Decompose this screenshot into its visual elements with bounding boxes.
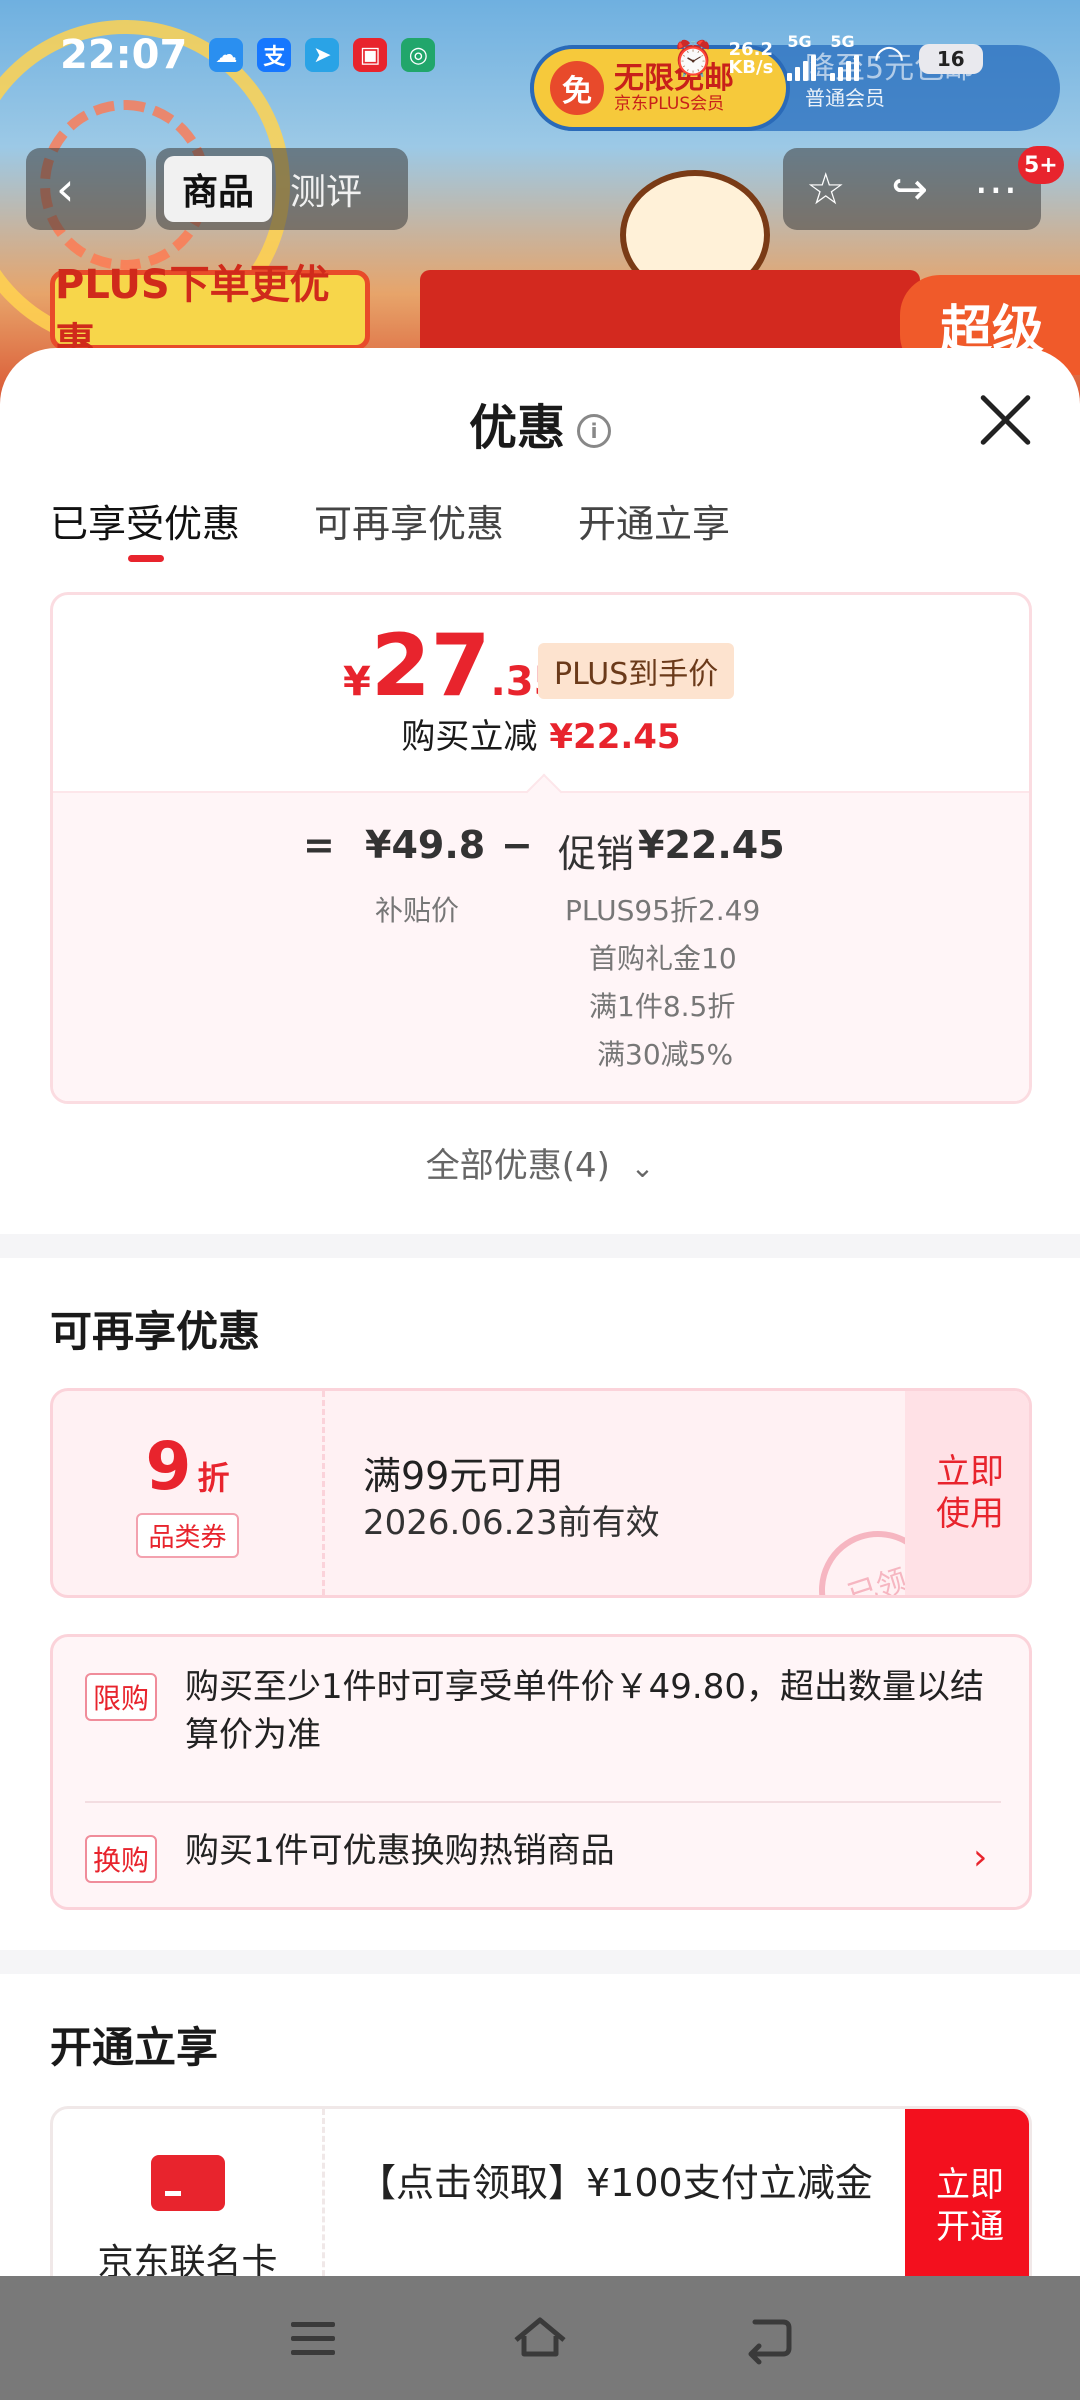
sheet-title-row: 优惠 i bbox=[0, 388, 1080, 458]
purchase-rules-card: 限购 购买至少1件时可享受单件价￥49.80，超出数量以结算价为准 换购 购买1… bbox=[50, 1634, 1032, 1910]
coupon-value: 9折 品类券 bbox=[53, 1391, 325, 1595]
battery-indicator: 16 bbox=[918, 43, 983, 74]
speed-unit: KB/s bbox=[728, 56, 774, 78]
promo-item: PLUS95折2.49 bbox=[565, 894, 761, 927]
coupon-discount: 9折 bbox=[146, 1428, 230, 1505]
section-divider bbox=[0, 1234, 1080, 1258]
all-offers-toggle[interactable]: 全部优惠(4) ⌄ bbox=[0, 1138, 1080, 1187]
alarm-icon: ⏰ bbox=[672, 38, 715, 79]
open-offers-title: 开通立享 bbox=[50, 2023, 219, 2072]
promo-value: ¥22.45 bbox=[638, 823, 785, 867]
tab-enjoyed-offers[interactable]: 已享受优惠 bbox=[50, 493, 240, 562]
free-icon: 免 bbox=[550, 61, 604, 115]
card-name: 京东联名卡 bbox=[97, 2242, 278, 2278]
reduce-value: ¥22.45 bbox=[549, 717, 681, 757]
mobile-carrier-icon: ◎ bbox=[401, 38, 436, 72]
chevron-down-icon: ⌄ bbox=[630, 1151, 655, 1184]
coupon-expiry: 2026.06.23前有效 bbox=[363, 1503, 660, 1543]
coupon-type-tag: 品类券 bbox=[136, 1513, 239, 1558]
nav-actions: ☆ ↪ ⋯ bbox=[783, 148, 1041, 230]
speed-value: 26.2 bbox=[728, 38, 774, 60]
telegram-icon: ➤ bbox=[305, 38, 340, 72]
plus-price-tag: PLUS到手价 bbox=[538, 643, 735, 699]
sheet-title: 优惠 bbox=[468, 400, 565, 456]
section-divider bbox=[0, 1950, 1080, 1974]
open-card-button[interactable]: 立即开通 bbox=[905, 2109, 1029, 2278]
chevron-left-icon: ‹ bbox=[56, 162, 75, 216]
card-offer-text: 【点击领取】¥100支付立减金 bbox=[358, 2161, 873, 2205]
co-branded-card-offer: 京东联名卡 【点击领取】¥100支付立减金 立即开通 bbox=[50, 2106, 1032, 2278]
price-integer: 27 bbox=[370, 616, 491, 716]
final-price: ¥ 27 .35 bbox=[343, 623, 561, 709]
offers-sheet: 优惠 i 已享受优惠 可再享优惠 开通立享 ¥ 27 .35 PLUS到手价 购买… bbox=[0, 348, 1080, 2278]
system-navigation-bar bbox=[0, 2276, 1080, 2400]
all-offers-label: 全部优惠(4) bbox=[425, 1146, 610, 1186]
price-breakdown-card: ¥ 27 .35 PLUS到手价 购买立减 ¥22.45 = ¥49.8 − 促销… bbox=[50, 592, 1032, 1104]
use-coupon-button[interactable]: 立即使用 bbox=[905, 1391, 1029, 1595]
more-offers-title: 可再享优惠 bbox=[50, 1307, 261, 1356]
weather-app-icon: ☁ bbox=[209, 38, 244, 72]
tab-open-offers[interactable]: 开通立享 bbox=[578, 493, 730, 548]
price-breakdown-detail: = ¥49.8 − 促销 ¥22.45 补贴价 PLUS95折2.49 首购礼金… bbox=[53, 791, 1029, 1101]
credit-card-icon bbox=[150, 2155, 225, 2211]
coupon-discount-number: 9 bbox=[145, 1428, 192, 1505]
rule-divider bbox=[85, 1801, 1001, 1803]
coupon-discount-unit: 折 bbox=[197, 1459, 230, 1497]
wifi-icon: ◠ bbox=[873, 38, 905, 79]
signal-bars-icon bbox=[787, 51, 817, 81]
equals-sign: = bbox=[303, 823, 335, 867]
subsidy-price: ¥49.8 bbox=[365, 823, 486, 867]
tab-review[interactable]: 测评 bbox=[272, 156, 380, 222]
star-icon[interactable]: ☆ bbox=[806, 164, 845, 215]
promo-item: 首购礼金10 bbox=[589, 942, 737, 975]
chevron-right-icon: › bbox=[973, 1837, 988, 1878]
tab-product[interactable]: 商品 bbox=[164, 156, 273, 222]
category-coupon: 9折 品类券 满99元可用 2026.06.23前有效 已领 立即使用 bbox=[50, 1388, 1032, 1598]
close-icon[interactable] bbox=[975, 390, 1035, 450]
status-icons: ⏰ 26.2 KB/s 5G 5G ◠ 16 bbox=[672, 32, 983, 85]
jd-app-icon: ▣ bbox=[353, 38, 388, 72]
card-offer-left: 京东联名卡 bbox=[53, 2109, 325, 2278]
page-tabs: 商品 测评 bbox=[156, 148, 408, 230]
alipay-icon: 支 bbox=[257, 38, 292, 72]
swap-tag: 换购 bbox=[85, 1835, 158, 1883]
reduce-label: 购买立减 bbox=[401, 717, 538, 757]
normal-member-sub: 普通会员 bbox=[805, 85, 885, 110]
promo-item: 满30减5% bbox=[597, 1038, 734, 1071]
limit-tag: 限购 bbox=[85, 1673, 158, 1721]
offer-tabs: 已享受优惠 可再享优惠 开通立享 bbox=[50, 493, 730, 562]
minus-sign: − bbox=[501, 823, 533, 867]
menu-icon[interactable] bbox=[273, 2298, 353, 2378]
back-button[interactable]: ‹ bbox=[26, 148, 146, 230]
tab-more-offers[interactable]: 可再享优惠 bbox=[314, 493, 504, 548]
swap-rule-text: 购买1件可优惠换购热销商品 bbox=[185, 1831, 615, 1871]
promo-label: 促销 bbox=[558, 832, 635, 876]
subsidy-label: 补贴价 bbox=[375, 894, 460, 927]
home-icon[interactable] bbox=[500, 2298, 580, 2378]
sim1-label: 5G bbox=[787, 32, 812, 51]
info-icon[interactable]: i bbox=[577, 414, 611, 448]
sim1-signal: 5G bbox=[787, 32, 817, 85]
more-icon[interactable]: ⋯ bbox=[974, 164, 1018, 215]
reduce-line: 购买立减 ¥22.45 bbox=[53, 709, 1029, 758]
promo-item: 满1件8.5折 bbox=[589, 990, 736, 1023]
clock: 22:07 bbox=[60, 32, 188, 78]
network-speed: 26.2 KB/s bbox=[728, 38, 774, 78]
message-count-badge: 5+ bbox=[1018, 146, 1064, 184]
back-nav-icon[interactable] bbox=[727, 2298, 807, 2378]
limit-rule-text: 购买至少1件时可享受单件价￥49.80，超出数量以结算价为准 bbox=[185, 1667, 984, 1755]
sim2-signal: 5G bbox=[830, 32, 860, 85]
plus-badge-sub: 京东PLUS会员 bbox=[614, 94, 725, 115]
plus-promo-banner: PLUS下单更优惠 bbox=[50, 262, 370, 366]
sim2-label: 5G bbox=[830, 32, 855, 51]
signal-bars-icon bbox=[830, 51, 860, 81]
share-icon[interactable]: ↪ bbox=[891, 164, 928, 215]
coupon-condition: 满99元可用 bbox=[363, 1454, 564, 1498]
currency-symbol: ¥ bbox=[343, 659, 371, 705]
